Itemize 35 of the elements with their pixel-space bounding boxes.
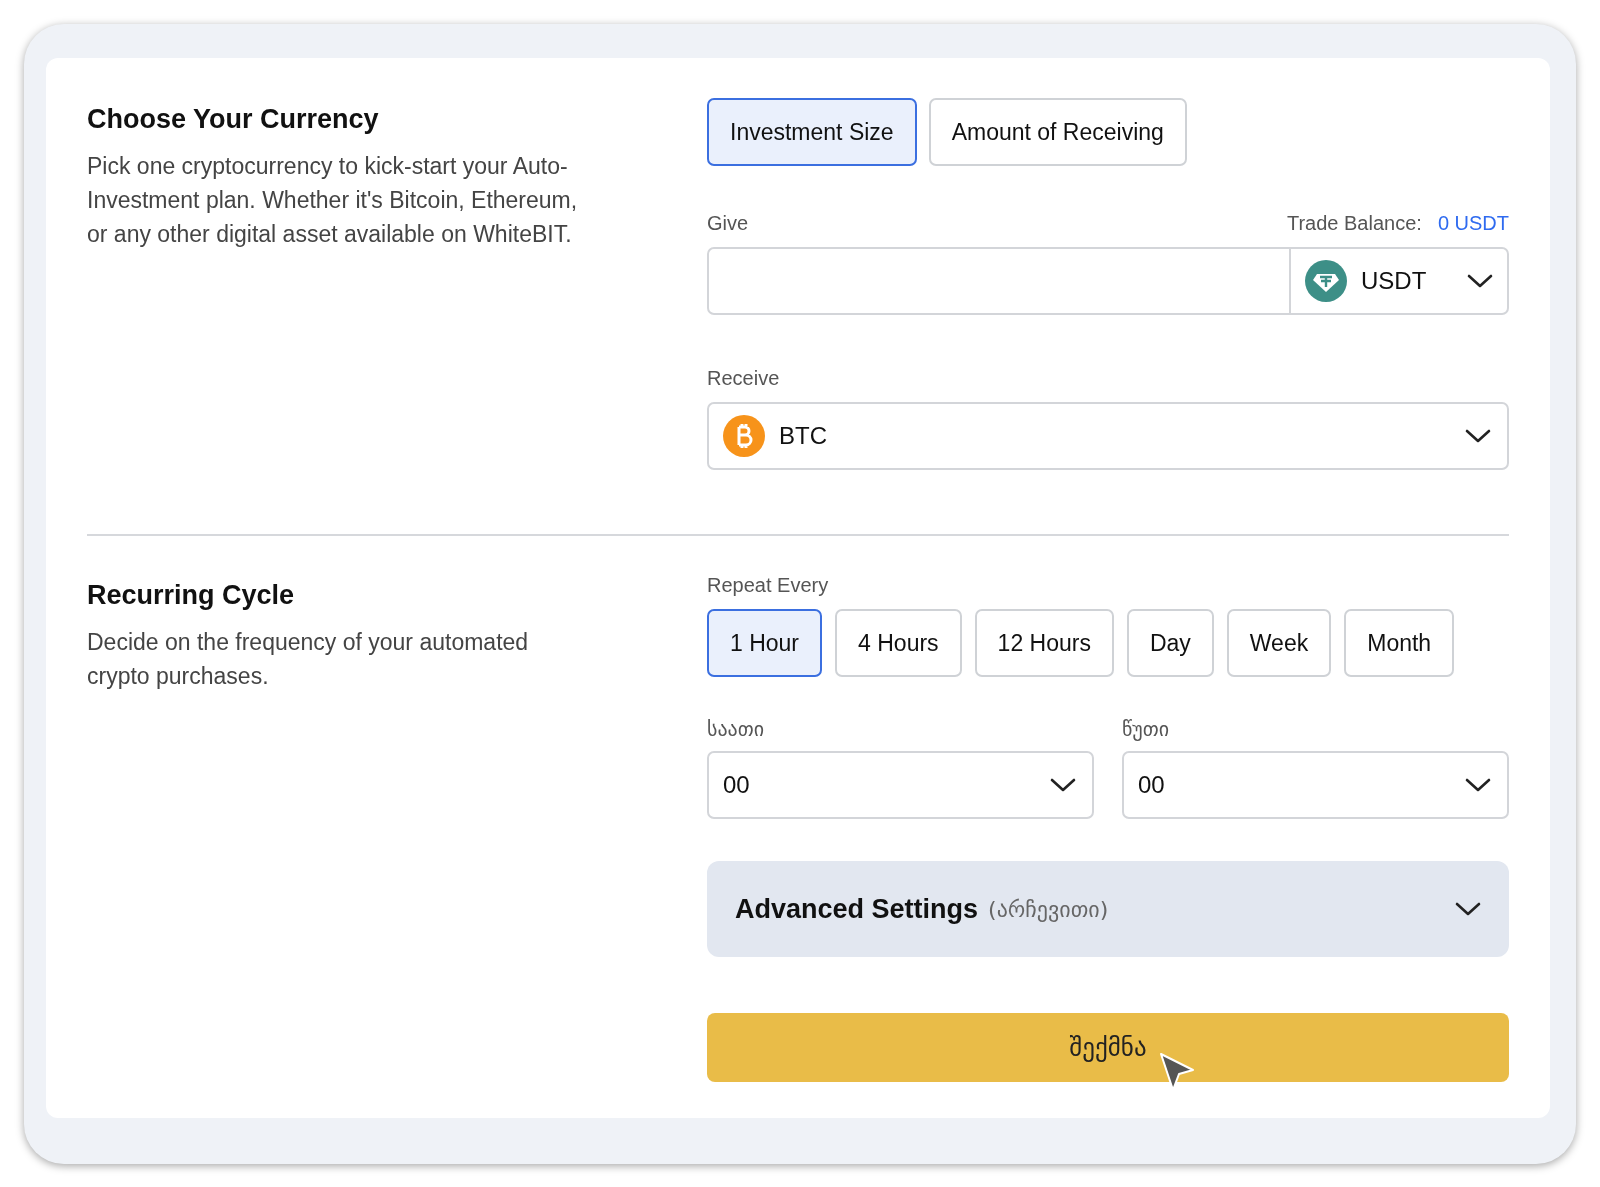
chevron-down-icon xyxy=(1465,777,1491,793)
advanced-settings-panel[interactable]: Advanced Settings (არჩევითი) xyxy=(707,861,1509,957)
time-select[interactable]: 00 xyxy=(1122,751,1509,819)
interval-option[interactable]: 1 Hour xyxy=(707,609,823,677)
field-label: წუთი xyxy=(1122,717,1171,741)
chevron-down-icon xyxy=(1465,428,1491,444)
mode-tab[interactable]: Investment Size xyxy=(707,98,917,166)
tether-coin-icon xyxy=(1305,260,1347,302)
time-select[interactable]: 00 xyxy=(707,751,1094,819)
chevron-down-icon xyxy=(1467,273,1493,289)
balance-label: Trade Balance: xyxy=(1286,212,1422,234)
field-label: Give xyxy=(707,212,749,235)
interval-option[interactable]: Day xyxy=(1126,609,1214,677)
section-description: Pick one cryptocurrency to kick-start your Auto-Investment plan. Whether it's Bitcoin, Ethereum, or any other digital asset available on WhiteBIT. xyxy=(87,152,579,249)
field-label: Receive xyxy=(707,367,780,390)
interval-option[interactable]: 4 Hours xyxy=(835,609,962,677)
mode-tab[interactable]: Amount of Receiving xyxy=(928,98,1187,166)
section-title: Recurring Cycle xyxy=(87,580,296,611)
currency-select[interactable]: BTC xyxy=(707,402,1509,470)
create-button[interactable]: შექმნა xyxy=(707,1013,1509,1082)
section-title: Choose Your Currency xyxy=(87,104,380,135)
interval-option[interactable]: 12 Hours xyxy=(974,609,1114,677)
balance-value: 0 USDT xyxy=(1437,212,1509,234)
chevron-down-icon xyxy=(1455,901,1481,917)
section-description: Decide on the frequency of your automated crypto purchases. xyxy=(87,628,530,691)
field-label: Repeat Every xyxy=(707,574,829,597)
amount-input-field[interactable] xyxy=(707,247,1291,315)
chevron-down-icon xyxy=(1050,777,1076,793)
bitcoin-coin-icon xyxy=(723,415,765,457)
interval-option[interactable]: Month xyxy=(1344,609,1455,677)
panel-hint: (არჩევითი) xyxy=(988,896,1110,922)
panel-title: Advanced Settings xyxy=(735,893,979,925)
field-label: საათი xyxy=(707,717,766,741)
interval-option[interactable]: Week xyxy=(1226,609,1332,677)
currency-select[interactable]: USDT xyxy=(1291,247,1509,315)
